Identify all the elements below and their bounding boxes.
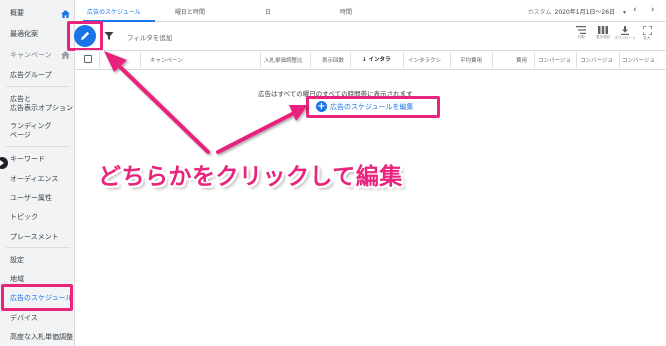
arrow-to-edit-link: [216, 110, 298, 154]
arrow-to-edit-button: [113, 60, 210, 154]
annotation-caption: どちらかをクリックして編集: [98, 164, 403, 190]
